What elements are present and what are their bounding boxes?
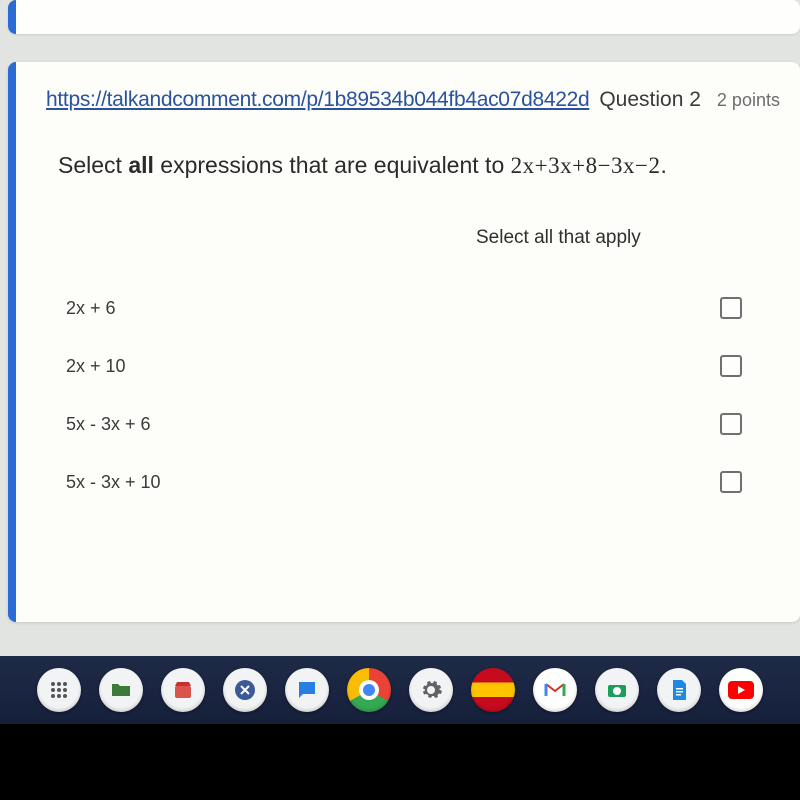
files-icon[interactable]	[99, 668, 143, 712]
spain-flag-icon[interactable]	[471, 668, 515, 712]
option-label: 2x + 10	[66, 356, 126, 377]
prompt-expression: 2x+3x+8−3x−2	[511, 153, 661, 178]
taskbar	[0, 656, 800, 724]
select-all-hint: Select all that apply	[476, 227, 782, 249]
audio-link[interactable]: https://talkandcomment.com/p/1b89534b044…	[46, 88, 589, 112]
question-header: https://talkandcomment.com/p/1b89534b044…	[46, 88, 782, 112]
prompt-middle: expressions that are equivalent to	[154, 152, 511, 178]
prompt-bold: all	[128, 152, 154, 178]
option-row: 5x - 3x + 6	[66, 395, 742, 453]
laptop-bezel	[0, 724, 800, 800]
camera-icon[interactable]	[595, 668, 639, 712]
option-row: 5x - 3x + 10	[66, 453, 742, 511]
prompt-suffix: .	[661, 152, 667, 178]
launcher-icon[interactable]	[37, 668, 81, 712]
option-label: 5x - 3x + 10	[66, 472, 161, 493]
screen-area: https://talkandcomment.com/p/1b89534b044…	[0, 0, 800, 656]
options-list: 2x + 6 2x + 10 5x - 3x + 6 5x - 3x + 10	[66, 279, 742, 511]
chrome-icon[interactable]	[347, 668, 391, 712]
option-row: 2x + 10	[66, 337, 742, 395]
option-row: 2x + 6	[66, 279, 742, 337]
option-checkbox-4[interactable]	[720, 471, 742, 493]
gmail-icon[interactable]	[533, 668, 577, 712]
messages-icon[interactable]	[285, 668, 329, 712]
option-label: 2x + 6	[66, 298, 116, 319]
option-checkbox-2[interactable]	[720, 355, 742, 377]
question-card: https://talkandcomment.com/p/1b89534b044…	[8, 62, 800, 622]
close-app-icon[interactable]	[223, 668, 267, 712]
previous-question-card	[8, 0, 800, 34]
question-points: 2 points	[717, 90, 780, 111]
settings-icon[interactable]	[409, 668, 453, 712]
option-label: 5x - 3x + 6	[66, 414, 151, 435]
prompt-prefix: Select	[58, 152, 128, 178]
question-prompt: Select all expressions that are equivale…	[58, 152, 782, 179]
option-checkbox-1[interactable]	[720, 297, 742, 319]
docs-icon[interactable]	[657, 668, 701, 712]
question-number: Question 2	[599, 88, 701, 112]
store-icon[interactable]	[161, 668, 205, 712]
option-checkbox-3[interactable]	[720, 413, 742, 435]
youtube-icon[interactable]	[719, 668, 763, 712]
